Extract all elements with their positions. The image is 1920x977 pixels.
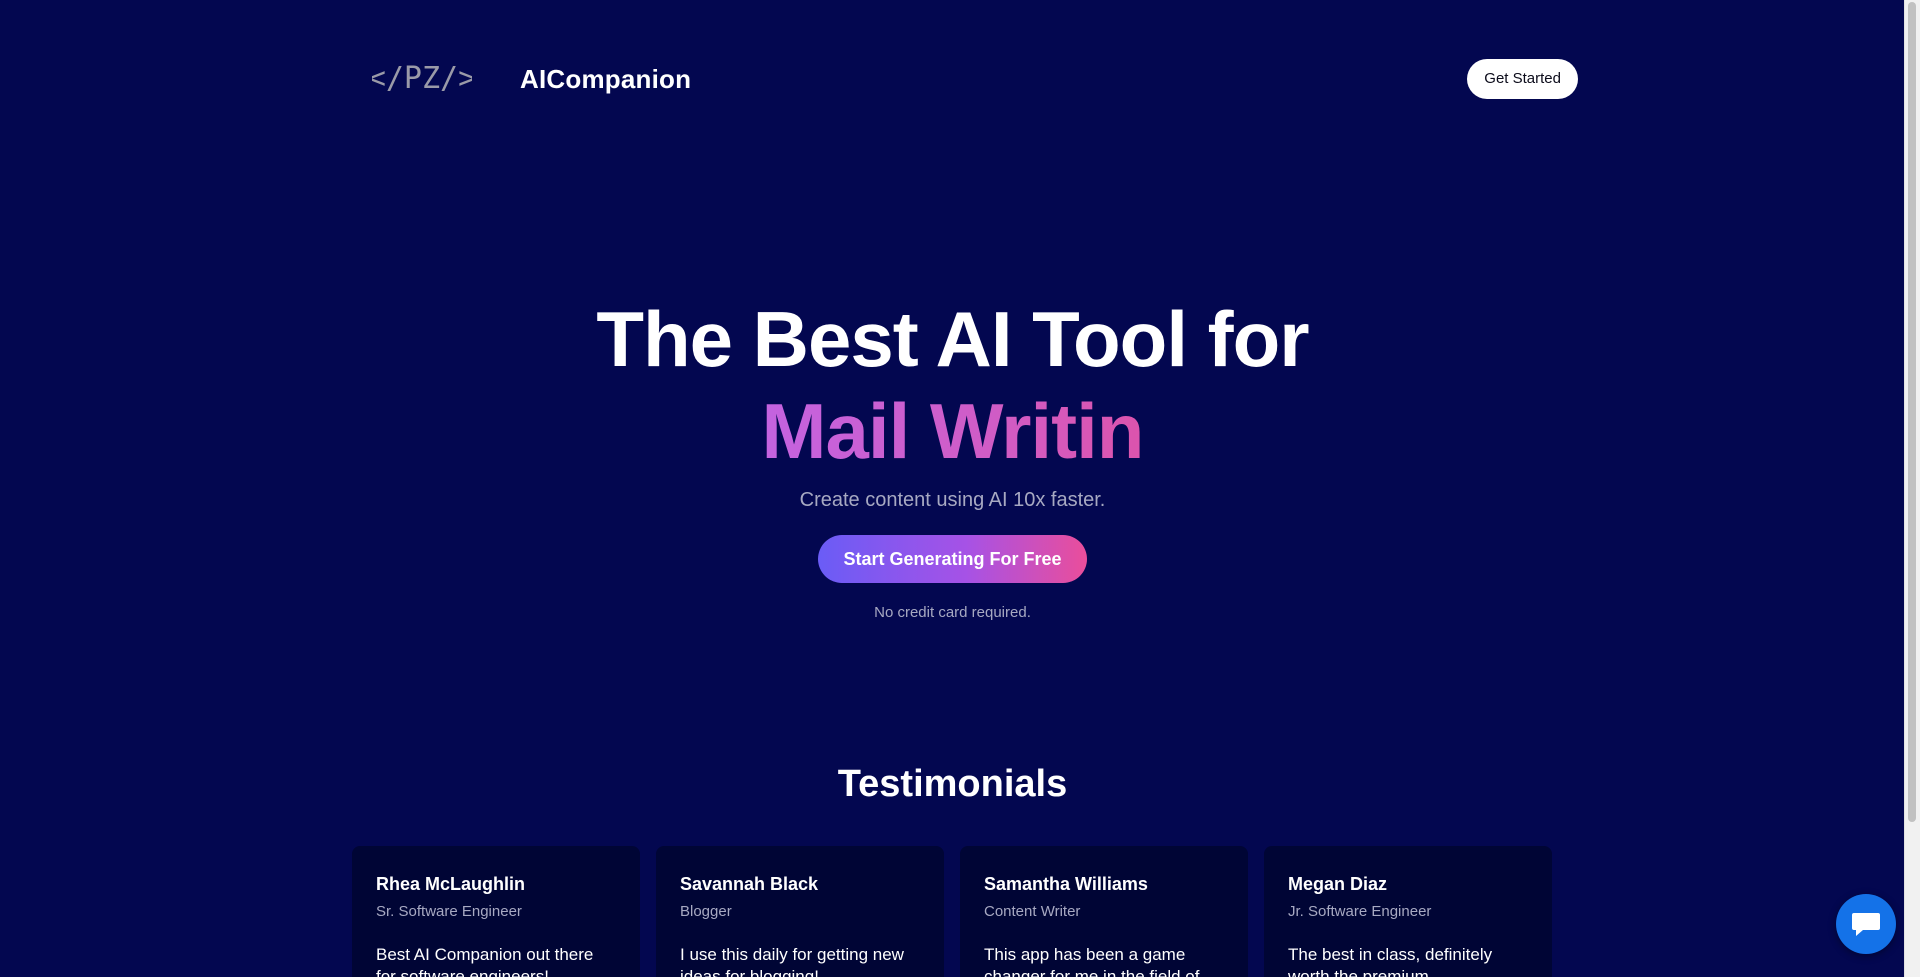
testimonial-role: Blogger <box>680 903 732 920</box>
scrollbar-thumb[interactable] <box>1908 2 1916 822</box>
brand-logo-icon[interactable]: </PZ/> <box>372 58 472 100</box>
no-credit-card-note: No credit card required. <box>874 604 1031 621</box>
top-nav: </PZ/> AICompanion Get Started <box>352 52 1578 106</box>
hero-title-line2: Mail Writin <box>0 386 1905 477</box>
svg-text:</PZ/>: </PZ/> <box>372 61 472 96</box>
chat-bubble-icon <box>1852 913 1880 936</box>
testimonial-card: Megan Diaz Jr. Software Engineer The bes… <box>1264 846 1552 977</box>
testimonial-role: Jr. Software Engineer <box>1288 903 1432 920</box>
testimonial-name: Megan Diaz <box>1288 874 1388 894</box>
testimonial-role: Content Writer <box>984 903 1081 920</box>
start-generating-button[interactable]: Start Generating For Free <box>818 535 1087 583</box>
testimonial-name: Samantha Williams <box>984 874 1148 894</box>
testimonial-quote: I use this daily for getting new ideas f… <box>680 945 904 977</box>
testimonial-card: Samantha Williams Content Writer This ap… <box>960 846 1248 977</box>
brand-name[interactable]: AICompanion <box>520 64 691 95</box>
page-scrollbar[interactable] <box>1904 0 1920 977</box>
testimonial-name: Savannah Black <box>680 874 819 894</box>
chat-launcher-button[interactable] <box>1836 894 1896 954</box>
testimonial-quote: The best in class, definitely worth the … <box>1288 945 1493 977</box>
hero-subtitle: Create content using AI 10x faster. <box>799 489 1106 511</box>
testimonial-card: Savannah Black Blogger I use this daily … <box>656 846 944 977</box>
hero-title-line1: The Best AI Tool for <box>596 295 1309 383</box>
hero-typed-text: Mail Writin <box>761 387 1145 475</box>
testimonial-card: Rhea McLaughlin Sr. Software Engineer Be… <box>352 846 640 977</box>
testimonial-quote: Best AI Companion out there for software… <box>376 945 594 977</box>
testimonials-heading: Testimonials <box>837 763 1068 805</box>
testimonial-quote: This app has been a game changer for me … <box>984 945 1200 977</box>
landing-page: </PZ/> AICompanion Get Started The Best … <box>0 0 1920 977</box>
testimonial-cards: Rhea McLaughlin Sr. Software Engineer Be… <box>352 846 1552 977</box>
testimonial-role: Sr. Software Engineer <box>376 903 522 920</box>
get-started-button[interactable]: Get Started <box>1467 59 1578 99</box>
testimonial-name: Rhea McLaughlin <box>376 874 526 894</box>
